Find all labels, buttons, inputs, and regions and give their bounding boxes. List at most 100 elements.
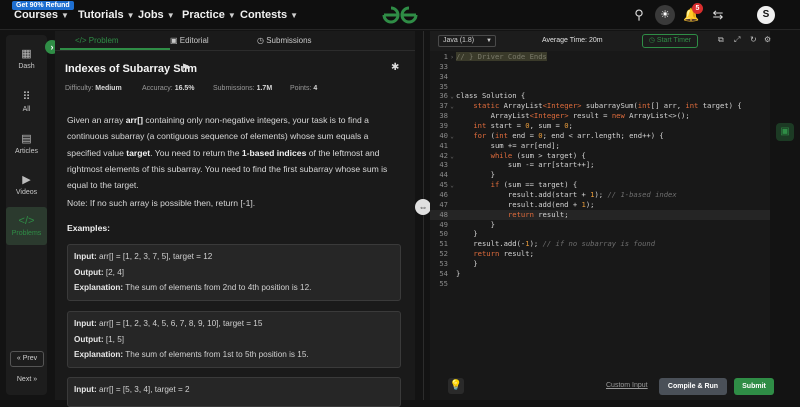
- problem-note: Note: If no such array is possible then,…: [67, 198, 256, 208]
- code-line[interactable]: 53 }: [430, 259, 770, 269]
- code-line[interactable]: 39 int start = 0, sum = 0;: [430, 121, 770, 131]
- sidebar-item-dash[interactable]: ▦ Dash: [6, 47, 47, 70]
- code-line[interactable]: 34: [430, 72, 770, 82]
- example-explanation: The sum of elements from 1st to 5th posi…: [125, 350, 309, 359]
- nav-contests[interactable]: Contests ▼: [240, 9, 298, 21]
- desc-bold: target: [126, 147, 151, 158]
- code-line[interactable]: 54}: [430, 269, 770, 279]
- sidebar-item-all[interactable]: ⠿ All: [6, 90, 47, 113]
- example-input-row: Input: arr[] = [1, 2, 3, 4, 5, 6, 7, 8, …: [74, 316, 394, 332]
- left-sidebar: ▦ Dash ⠿ All ▤ Articles ▶ Videos </> Problems…: [6, 35, 47, 395]
- code-text: result.add(start + 1); // 1-based index: [456, 190, 677, 200]
- code-line[interactable]: 1 ›// } Driver Code Ends: [430, 52, 770, 62]
- code-text: return result;: [507, 209, 569, 219]
- chat-icon[interactable]: ▣: [776, 123, 794, 141]
- line-number: 45: [439, 180, 448, 190]
- desc-bold: arr[]: [125, 115, 143, 125]
- top-navbar: Get 90% Refund Courses ▼ Tutorials ▼ Jobs ▼…: [0, 0, 800, 30]
- code-text: }: [456, 259, 478, 269]
- line-number: 47: [439, 199, 448, 209]
- code-line[interactable]: 49 }: [430, 220, 770, 230]
- code-line[interactable]: 46 result.add(start + 1); // 1-based ind…: [430, 190, 770, 200]
- bookmark-icon[interactable]: ⚑: [181, 63, 190, 74]
- apps-icon: ⠿: [22, 91, 31, 103]
- code-line[interactable]: 45 ⌄ if (sum == target) {: [430, 180, 770, 190]
- code-line[interactable]: 38 ArrayList<Integer> result = new Array…: [430, 111, 770, 121]
- code-text: result.add(end + 1);: [456, 199, 595, 209]
- custom-input-link[interactable]: Custom Input: [606, 382, 648, 389]
- resize-handle-icon[interactable]: ⇔: [415, 199, 431, 215]
- search-icon[interactable]: ⚲: [631, 7, 647, 23]
- sidebar-item-problems[interactable]: </> Problems: [6, 207, 47, 245]
- tab-editorial[interactable]: ▣ Editorial: [170, 36, 209, 45]
- submit-button[interactable]: Submit: [734, 378, 774, 395]
- next-button[interactable]: Next »: [10, 373, 44, 389]
- code-area[interactable]: 1 ›// } Driver Code Ends 33 34 35 36 ⌄ class So…: [430, 52, 770, 289]
- tab-submissions-label: Submissions: [266, 36, 312, 45]
- line-number: 48: [439, 209, 448, 219]
- example-input: arr[] = [1, 2, 3, 4, 5, 6, 7, 8, 9, 10],…: [99, 319, 263, 328]
- input-label: Input:: [74, 319, 97, 328]
- line-number: 42: [439, 150, 448, 160]
- pane-divider[interactable]: [423, 31, 424, 400]
- nav-practice[interactable]: Practice ▼: [182, 9, 236, 21]
- nav-jobs[interactable]: Jobs ▼: [138, 9, 175, 21]
- nav-tutorials[interactable]: Tutorials ▼: [78, 9, 135, 21]
- line-number: 52: [439, 249, 448, 259]
- code-text: }: [456, 229, 478, 239]
- grid-icon: ▦: [21, 48, 32, 60]
- tab-submissions[interactable]: ◷ Submissions: [257, 36, 312, 45]
- language-select[interactable]: Java (1.8) ▼: [438, 35, 496, 47]
- sidebar-item-videos[interactable]: ▶ Videos: [6, 173, 47, 196]
- code-text: int start = 0, sum = 0;: [473, 121, 573, 131]
- sidebar-item-articles[interactable]: ▤ Articles: [6, 132, 47, 155]
- clock-icon: ◷: [257, 36, 267, 45]
- compile-run-button[interactable]: Compile & Run: [659, 378, 727, 395]
- code-line[interactable]: 50 }: [430, 229, 770, 239]
- language-value: Java (1.8): [443, 37, 475, 44]
- chevron-down-icon: ▼: [486, 38, 492, 44]
- code-line[interactable]: 42 ⌄ while (sum > target) {: [430, 151, 770, 161]
- average-time: Average Time: 20m: [542, 37, 603, 44]
- start-timer-button[interactable]: ◷ Start Timer: [642, 34, 698, 48]
- code-text: while (sum > target) {: [490, 150, 586, 160]
- gfg-logo[interactable]: [380, 4, 420, 26]
- code-line[interactable]: 35: [430, 82, 770, 92]
- code-line[interactable]: 47 result.add(end + 1);: [430, 200, 770, 210]
- nav-tutorials-label: Tutorials: [78, 9, 124, 21]
- chevron-down-icon: ▼: [166, 11, 175, 20]
- code-line[interactable]: 55: [430, 279, 770, 289]
- code-line[interactable]: 52 return result;: [430, 249, 770, 259]
- timer-icon: ◷: [648, 37, 657, 44]
- code-line[interactable]: 51 result.add(-1); // if no subarray is …: [430, 239, 770, 249]
- copy-icon[interactable]: ⧉: [718, 35, 724, 45]
- reset-icon[interactable]: ↻: [750, 35, 757, 44]
- code-line[interactable]: 48 return result;: [430, 209, 770, 220]
- code-text: result.add(-1); // if no subarray is fou…: [456, 239, 656, 249]
- code-line[interactable]: 43 sum -= arr[start++];: [430, 160, 770, 170]
- prev-button[interactable]: « Prev: [10, 351, 44, 367]
- meta-label: Difficulty:: [65, 85, 94, 92]
- code-line[interactable]: 37 ⌄ static ArrayList<Integer> subarraySu…: [430, 101, 770, 111]
- example-input-row: Input: arr[] = [1, 2, 3, 7, 5], target =…: [74, 249, 394, 265]
- code-line[interactable]: 44 }: [430, 170, 770, 180]
- code-line[interactable]: 41 sum += arr[end];: [430, 141, 770, 151]
- avatar[interactable]: S: [757, 6, 775, 24]
- code-line[interactable]: 33: [430, 62, 770, 72]
- difficulty-value: Medium: [95, 85, 122, 92]
- theme-toggle-icon[interactable]: ☀: [655, 5, 675, 25]
- settings-icon[interactable]: ⚙: [764, 35, 771, 44]
- code-line[interactable]: 40 ⌄ for (int end = 0; end < arr.length; …: [430, 131, 770, 141]
- input-label: Input:: [74, 385, 97, 394]
- bug-report-icon[interactable]: ✱: [391, 62, 399, 73]
- translate-icon[interactable]: ⇆: [710, 7, 726, 23]
- code-text: // } Driver Code Ends: [456, 52, 547, 61]
- chevron-down-icon: ▼: [61, 11, 69, 20]
- example-output-row: Output: [2, 4]: [74, 265, 394, 281]
- fullscreen-icon[interactable]: ⤢: [734, 35, 740, 45]
- code-line[interactable]: 36 ⌄ class Solution {: [430, 91, 770, 101]
- code-text: if (sum == target) {: [490, 180, 578, 190]
- nav-courses[interactable]: Courses ▼: [14, 9, 69, 21]
- tab-problem[interactable]: </> Problem: [75, 36, 119, 45]
- lightbulb-icon[interactable]: 💡: [448, 378, 464, 394]
